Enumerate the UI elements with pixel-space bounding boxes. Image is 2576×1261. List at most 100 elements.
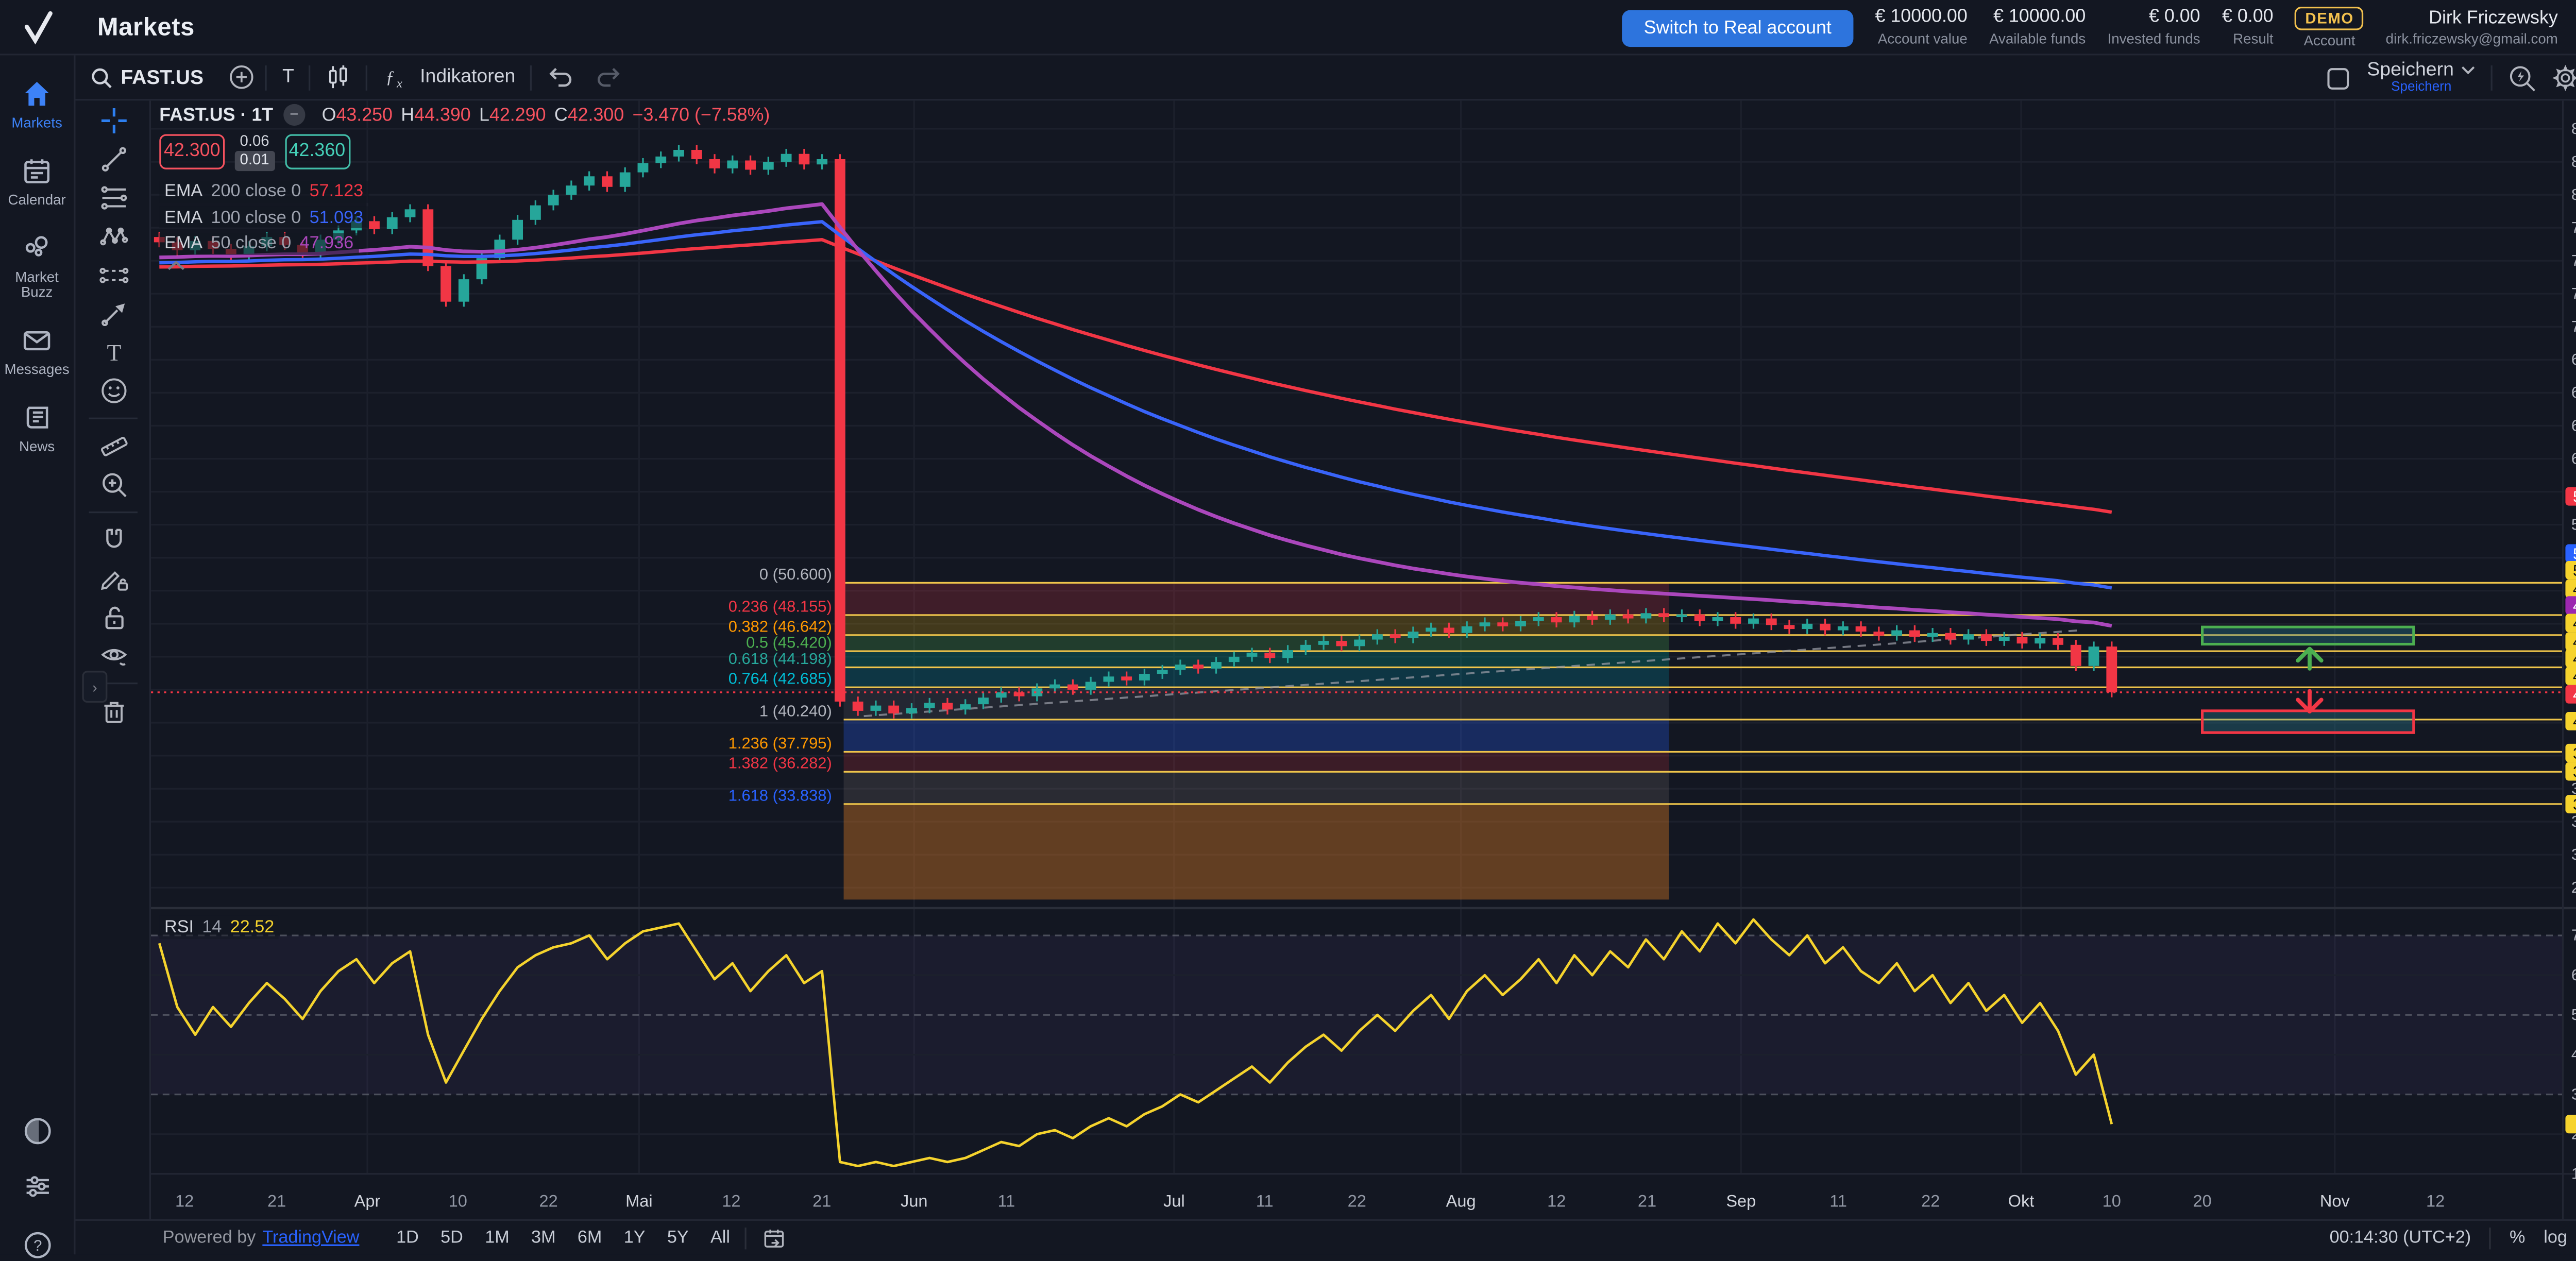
fib-level-label: 1.236 (37.795) <box>728 734 832 752</box>
topbar: Markets Switch to Real account € 10000.0… <box>0 0 2576 55</box>
stop-zone-box <box>2202 711 2414 732</box>
fib-retracement-tool-button[interactable] <box>76 179 151 216</box>
quick-search-button[interactable] <box>2507 64 2536 92</box>
fx-icon: ƒx <box>383 64 411 90</box>
ema-50-row[interactable]: EMA50 close 047.936 <box>159 232 359 254</box>
range-5y[interactable]: 5Y <box>667 1228 689 1248</box>
switch-to-real-account-button[interactable]: Switch to Real account <box>1622 9 1853 46</box>
fib-band <box>844 667 1669 687</box>
settings-sliders-button[interactable] <box>0 1170 76 1202</box>
theme-half-circle-icon <box>22 1115 54 1147</box>
chart-toolbar: FAST.US T ƒx Indikatoren S <box>76 55 2576 100</box>
ema-200-row[interactable]: EMA200 close 057.123 <box>159 180 368 202</box>
indicators-button[interactable]: ƒx Indikatoren <box>368 55 530 99</box>
help-button[interactable]: ? <box>0 1229 76 1261</box>
range-5d[interactable]: 5D <box>440 1228 463 1248</box>
hide-drawings-button[interactable] <box>76 637 151 674</box>
fib-band <box>844 583 1669 615</box>
magnet-mode-button[interactable] <box>76 521 151 558</box>
lightning-search-icon <box>2507 64 2536 92</box>
app-logo-icon[interactable] <box>0 8 76 45</box>
smiley-icon <box>98 376 128 406</box>
compare-add-symbol-button[interactable] <box>218 64 265 91</box>
target-zone-box <box>2202 627 2414 644</box>
bottom-toolbar: Powered by TradingView 1D 5D 1M 3M 6M 1Y… <box>76 1219 2576 1255</box>
drawing-toolbar: T › <box>76 100 151 1219</box>
theme-toggle[interactable] <box>0 1115 76 1147</box>
sidebar-item-news[interactable]: News <box>0 401 74 456</box>
layout-button[interactable] <box>2325 64 2352 91</box>
legend-symbol-interval[interactable]: FAST.US · 1T <box>159 105 273 125</box>
chevron-up-icon <box>166 259 186 271</box>
save-layout-button[interactable]: Speichern Speichern <box>2367 60 2476 96</box>
text-tool-button[interactable]: T <box>76 334 151 371</box>
help-icon: ? <box>22 1229 54 1261</box>
rsi-band <box>151 935 2563 1095</box>
zoom-in-icon <box>98 470 128 500</box>
clock[interactable]: 00:14:30 (UTC+2) <box>2330 1228 2471 1248</box>
measure-tool-button[interactable] <box>76 428 151 465</box>
log-scale-button[interactable]: log <box>2544 1228 2567 1248</box>
time-axis[interactable] <box>151 1174 2563 1219</box>
fib-band <box>844 804 1669 899</box>
fib-level-label: 1.382 (36.282) <box>728 754 832 772</box>
rsi-legend[interactable]: RSI 14 22.52 <box>159 916 279 940</box>
app-sidebar: Markets Calendar Market Buzz Messages Ne… <box>0 55 76 1254</box>
legend-more-button[interactable]: − <box>283 104 305 126</box>
redo-button[interactable] <box>589 65 630 89</box>
lock-drawings-button[interactable] <box>76 599 151 636</box>
pencil-lock-icon <box>98 564 128 594</box>
pattern-tool-button[interactable] <box>76 218 151 255</box>
xabcd-pattern-icon <box>98 221 128 252</box>
legend-collapse-button[interactable] <box>166 259 193 271</box>
symbol-search-button[interactable]: FAST.US <box>76 55 219 99</box>
range-6m[interactable]: 6M <box>578 1228 602 1248</box>
crosshair-tool-button[interactable] <box>76 103 151 140</box>
ruler-icon <box>98 431 128 462</box>
sidebar-item-market-buzz[interactable]: Market Buzz <box>0 231 74 302</box>
zoom-in-tool-button[interactable] <box>76 466 151 503</box>
undo-button[interactable] <box>532 55 589 99</box>
fib-band <box>844 635 1669 651</box>
emoji-tool-button[interactable] <box>76 372 151 410</box>
interval-button[interactable]: T <box>267 55 309 99</box>
magnet-icon <box>98 525 128 555</box>
down-arrow <box>2298 691 2321 712</box>
range-1m[interactable]: 1M <box>485 1228 510 1248</box>
text-icon: T <box>98 337 128 367</box>
range-1y[interactable]: 1Y <box>624 1228 646 1248</box>
search-icon <box>91 66 112 88</box>
range-all[interactable]: All <box>710 1228 730 1248</box>
chart-style-button[interactable] <box>311 55 366 99</box>
chart-area: 0 (50.600)0.236 (48.155)0.382 (46.642)0.… <box>151 100 2576 1219</box>
sidebar-item-calendar[interactable]: Calendar <box>0 154 74 209</box>
range-3m[interactable]: 3M <box>531 1228 556 1248</box>
ema-100-row[interactable]: EMA100 close 051.093 <box>159 206 368 228</box>
arrow-marker-tool-button[interactable] <box>76 295 151 332</box>
trend-line-tool-button[interactable] <box>76 141 151 178</box>
fib-level-label: 0.764 (42.685) <box>728 670 832 688</box>
buy-button[interactable]: 42.360 <box>284 134 350 169</box>
range-1d[interactable]: 1D <box>396 1228 419 1248</box>
powered-by: Powered by TradingView <box>163 1228 360 1248</box>
projection-tool-button[interactable] <box>76 257 151 294</box>
change-value: −3.470 (−7.58%) <box>633 105 770 125</box>
drawing-mode-button[interactable] <box>76 560 151 597</box>
sidebar-item-markets[interactable]: Markets <box>0 77 74 132</box>
tradingview-link[interactable]: TradingView <box>262 1228 359 1248</box>
svg-text:x: x <box>397 76 403 90</box>
percent-scale-button[interactable]: % <box>2510 1228 2525 1248</box>
user-email: dirk.friczewsky@gmail.com <box>2386 30 2558 49</box>
goto-date-button[interactable] <box>762 1225 787 1251</box>
sidebar-item-messages[interactable]: Messages <box>0 324 74 379</box>
chart-settings-button[interactable] <box>2551 64 2576 92</box>
fib-band <box>844 615 1669 635</box>
fib-band <box>844 752 1669 772</box>
sell-button[interactable]: 42.300 <box>159 134 225 169</box>
sliders-icon <box>22 1170 54 1202</box>
fib-level-label: 1.618 (33.838) <box>728 786 832 804</box>
toolbar-expand-button[interactable]: › <box>82 671 108 703</box>
svg-text:ƒ: ƒ <box>386 67 395 86</box>
fib-band <box>844 720 1669 752</box>
price-axis[interactable] <box>2563 100 2576 1219</box>
